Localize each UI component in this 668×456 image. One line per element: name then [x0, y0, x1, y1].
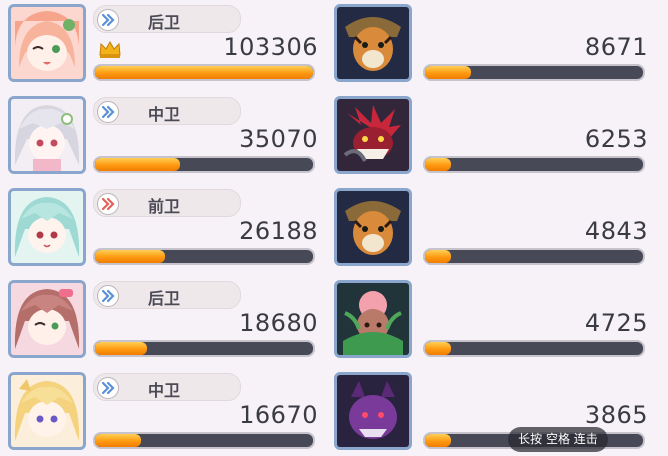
damage-bar-fill — [95, 250, 165, 263]
damage-bar-fill — [425, 434, 452, 447]
enemy-avatar[interactable] — [334, 372, 412, 450]
position-badge: 前卫 — [93, 189, 241, 217]
damage-value: 4725 — [584, 309, 648, 337]
position-label: 后卫 — [148, 13, 181, 32]
damage-value: 6253 — [584, 125, 648, 153]
damage-value: 35070 — [239, 125, 318, 153]
damage-row: 后卫 18680 4725 — [0, 276, 668, 368]
position-badge: 中卫 — [93, 373, 241, 401]
teal-haired-girl-portrait — [11, 191, 83, 263]
ally-avatar[interactable] — [8, 96, 86, 174]
chevron-icon — [97, 9, 119, 31]
chevron-icon — [97, 285, 119, 307]
chevron-icon — [97, 193, 119, 215]
ally-avatar[interactable] — [8, 372, 86, 450]
position-badge: 后卫 — [93, 281, 241, 309]
damage-bar — [93, 432, 315, 449]
damage-bar — [93, 340, 315, 357]
damage-value: 3865 — [584, 401, 648, 429]
ally-avatar[interactable] — [8, 280, 86, 358]
damage-bar — [423, 64, 645, 81]
position-badge: 中卫 — [93, 97, 241, 125]
ally-avatar[interactable] — [8, 188, 86, 266]
damage-value: 4843 — [584, 217, 648, 245]
chevron-icon — [97, 377, 119, 399]
damage-bar — [423, 248, 645, 265]
damage-bar-fill — [95, 342, 148, 355]
position-label: 中卫 — [148, 105, 181, 124]
purple-beast-portrait — [337, 375, 409, 447]
crown-icon — [99, 40, 121, 58]
damage-bar-fill — [95, 158, 181, 171]
position-label: 中卫 — [148, 381, 181, 400]
ally-avatar[interactable] — [8, 4, 86, 82]
damage-report-screen: 后卫 103306 8671 中卫 35070 6253 前卫 26188 48… — [0, 0, 668, 456]
damage-bar — [423, 340, 645, 357]
damage-bar-fill — [425, 66, 471, 79]
enemy-avatar[interactable] — [334, 280, 412, 358]
damage-row: 后卫 103306 8671 — [0, 0, 668, 92]
position-badge: 后卫 — [93, 5, 241, 33]
plant-monster-portrait — [337, 283, 409, 355]
hold-space-hint: 长按 空格 连击 — [508, 427, 608, 452]
damage-bar-fill — [425, 250, 452, 263]
tiger-boss-portrait — [337, 7, 409, 79]
tiger-boss-portrait — [337, 191, 409, 263]
brown-haired-girl-portrait — [11, 283, 83, 355]
enemy-avatar[interactable] — [334, 188, 412, 266]
damage-bar — [93, 64, 315, 81]
damage-bar-fill — [95, 66, 313, 79]
damage-bar-fill — [425, 158, 452, 171]
damage-row: 前卫 26188 4843 — [0, 184, 668, 276]
damage-value: 18680 — [239, 309, 318, 337]
position-label: 后卫 — [148, 289, 181, 308]
damage-bar — [93, 248, 315, 265]
damage-value: 8671 — [584, 33, 648, 61]
damage-row: 中卫 35070 6253 — [0, 92, 668, 184]
damage-bar — [93, 156, 315, 173]
silver-haired-girl-portrait — [11, 99, 83, 171]
enemy-avatar[interactable] — [334, 4, 412, 82]
damage-value: 26188 — [239, 217, 318, 245]
blonde-girl-portrait — [11, 375, 83, 447]
position-label: 前卫 — [148, 197, 181, 216]
damage-bar-fill — [95, 434, 141, 447]
damage-bar-fill — [425, 342, 452, 355]
damage-bar — [423, 156, 645, 173]
red-dragon-boss-portrait — [337, 99, 409, 171]
enemy-avatar[interactable] — [334, 96, 412, 174]
damage-value: 103306 — [223, 33, 318, 61]
chevron-icon — [97, 101, 119, 123]
pink-haired-girl-portrait — [11, 7, 83, 79]
damage-value: 16670 — [239, 401, 318, 429]
